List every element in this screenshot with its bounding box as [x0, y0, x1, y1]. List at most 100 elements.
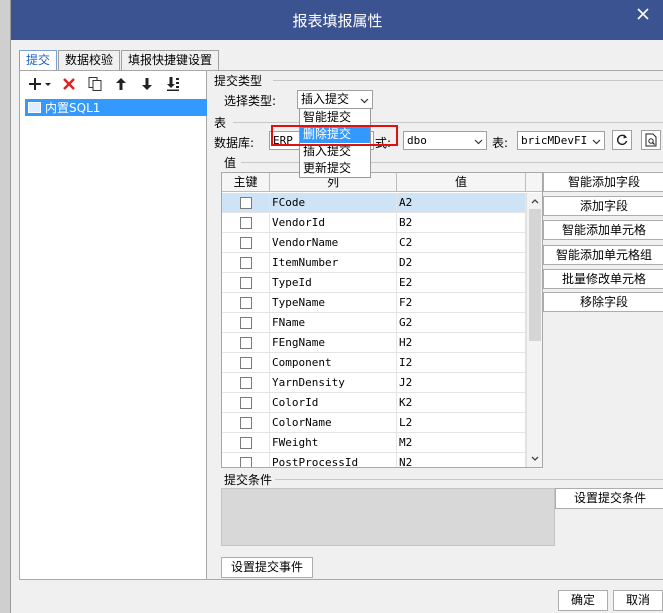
table-row[interactable]: ItemNumber D2: [222, 253, 526, 273]
primary-key-checkbox[interactable]: [239, 376, 252, 389]
close-icon[interactable]: [636, 7, 650, 21]
column-cell[interactable]: VendorId: [270, 213, 397, 232]
value-cell[interactable]: B2: [397, 213, 526, 232]
tree-item-sql1[interactable]: 内置SQL1: [25, 99, 208, 116]
table-row[interactable]: TypeId E2: [222, 273, 526, 293]
delete-icon[interactable]: [60, 75, 78, 93]
add-field-button[interactable]: 添加字段: [543, 196, 663, 216]
table-row[interactable]: FCode A2: [222, 193, 526, 213]
refresh-button[interactable]: [612, 130, 632, 150]
smart-add-cell-button[interactable]: 智能添加单元格: [543, 220, 663, 240]
value-cell[interactable]: K2: [397, 393, 526, 412]
value-cell[interactable]: C2: [397, 233, 526, 252]
primary-key-checkbox[interactable]: [239, 396, 252, 409]
value-cell[interactable]: D2: [397, 253, 526, 272]
value-cell[interactable]: E2: [397, 273, 526, 292]
table-row[interactable]: YarnDensity J2: [222, 373, 526, 393]
column-cell[interactable]: Component: [270, 353, 397, 372]
value-cell[interactable]: N2: [397, 453, 526, 467]
primary-key-checkbox[interactable]: [239, 356, 252, 369]
preview-button[interactable]: [641, 130, 661, 150]
smart-add-field-button[interactable]: 智能添加字段: [543, 172, 663, 192]
tab-submit[interactable]: 提交: [19, 50, 58, 70]
table-row[interactable]: VendorId B2: [222, 213, 526, 233]
column-cell[interactable]: ColorId: [270, 393, 397, 412]
table-select[interactable]: bricMDevFI: [517, 131, 605, 150]
primary-key-checkbox[interactable]: [239, 236, 252, 249]
primary-key-checkbox[interactable]: [239, 296, 252, 309]
condition-section-label: 提交条件: [224, 473, 273, 487]
chevron-down-icon[interactable]: [529, 453, 541, 465]
batch-modify-cell-button[interactable]: 批量修改单元格: [543, 269, 663, 289]
table-row[interactable]: ColorName L2: [222, 413, 526, 433]
table-row[interactable]: VendorName C2: [222, 233, 526, 253]
column-cell[interactable]: ItemNumber: [270, 253, 397, 272]
value-cell[interactable]: A2: [397, 193, 526, 212]
column-cell[interactable]: YarnDensity: [270, 373, 397, 392]
chevron-up-icon[interactable]: [529, 195, 541, 207]
primary-key-checkbox[interactable]: [239, 416, 252, 429]
scrollbar-thumb[interactable]: [529, 209, 541, 341]
value-cell[interactable]: I2: [397, 353, 526, 372]
primary-key-checkbox[interactable]: [239, 216, 252, 229]
move-up-icon[interactable]: [112, 75, 130, 93]
primary-key-checkbox[interactable]: [239, 456, 252, 467]
table-row[interactable]: FEngName H2: [222, 333, 526, 353]
tab-data-validation[interactable]: 数据校验: [58, 50, 121, 70]
table-row[interactable]: FWeight M2: [222, 433, 526, 453]
primary-key-checkbox[interactable]: [239, 256, 252, 269]
column-cell[interactable]: TypeName: [270, 293, 397, 312]
primary-key-checkbox[interactable]: [239, 336, 252, 349]
title-bar: 报表填报属性: [11, 0, 663, 40]
value-cell[interactable]: H2: [397, 333, 526, 352]
table-row[interactable]: FName G2: [222, 313, 526, 333]
column-cell[interactable]: FName: [270, 313, 397, 332]
set-condition-button[interactable]: 设置提交条件: [555, 488, 663, 509]
option-smart-submit[interactable]: 智能提交: [300, 109, 370, 126]
value-cell[interactable]: J2: [397, 373, 526, 392]
primary-key-checkbox[interactable]: [239, 436, 252, 449]
value-cell[interactable]: M2: [397, 433, 526, 452]
condition-text-area[interactable]: [221, 488, 555, 546]
primary-key-checkbox[interactable]: [239, 196, 252, 209]
value-cell[interactable]: F2: [397, 293, 526, 312]
column-cell[interactable]: FCode: [270, 193, 397, 212]
column-header-primary-key[interactable]: 主键: [222, 173, 270, 191]
set-submit-event-button[interactable]: 设置提交事件: [221, 557, 313, 578]
column-cell[interactable]: VendorName: [270, 233, 397, 252]
vertical-scrollbar[interactable]: [526, 193, 542, 467]
column-cell[interactable]: TypeId: [270, 273, 397, 292]
table-row[interactable]: PostProcessId N2: [222, 453, 526, 467]
primary-key-checkbox[interactable]: [239, 316, 252, 329]
primary-key-cell: [222, 333, 270, 352]
table-row[interactable]: TypeName F2: [222, 293, 526, 313]
remove-field-button[interactable]: 移除字段: [543, 292, 663, 312]
copy-icon[interactable]: [86, 75, 104, 93]
primary-key-cell: [222, 313, 270, 332]
select-type-label: 选择类型:: [224, 94, 277, 108]
move-bottom-icon[interactable]: [164, 75, 182, 93]
column-cell[interactable]: FEngName: [270, 333, 397, 352]
schema-select[interactable]: dbo: [403, 131, 487, 150]
header-spacer: [526, 173, 542, 191]
table-row[interactable]: Component I2: [222, 353, 526, 373]
submit-type-select[interactable]: 插入提交: [297, 90, 373, 109]
value-cell[interactable]: L2: [397, 413, 526, 432]
smart-add-cell-group-button[interactable]: 智能添加单元格组: [543, 245, 663, 265]
chevron-down-icon: [473, 135, 484, 146]
value-cell[interactable]: G2: [397, 313, 526, 332]
ok-button[interactable]: 确定: [558, 590, 608, 611]
primary-key-checkbox[interactable]: [239, 276, 252, 289]
column-cell[interactable]: PostProcessId: [270, 453, 397, 467]
column-cell[interactable]: FWeight: [270, 433, 397, 452]
option-update-submit[interactable]: 更新提交: [300, 160, 370, 177]
dropdown-arrow-icon[interactable]: [44, 75, 52, 93]
cancel-button[interactable]: 取消: [613, 590, 663, 611]
move-down-icon[interactable]: [138, 75, 156, 93]
tab-shortcut-settings[interactable]: 填报快捷键设置: [121, 50, 220, 70]
column-header-value[interactable]: 值: [397, 173, 526, 191]
column-cell[interactable]: ColorName: [270, 413, 397, 432]
table-row[interactable]: ColorId K2: [222, 393, 526, 413]
database-label: 数据库:: [214, 136, 255, 150]
add-icon[interactable]: [26, 75, 44, 93]
